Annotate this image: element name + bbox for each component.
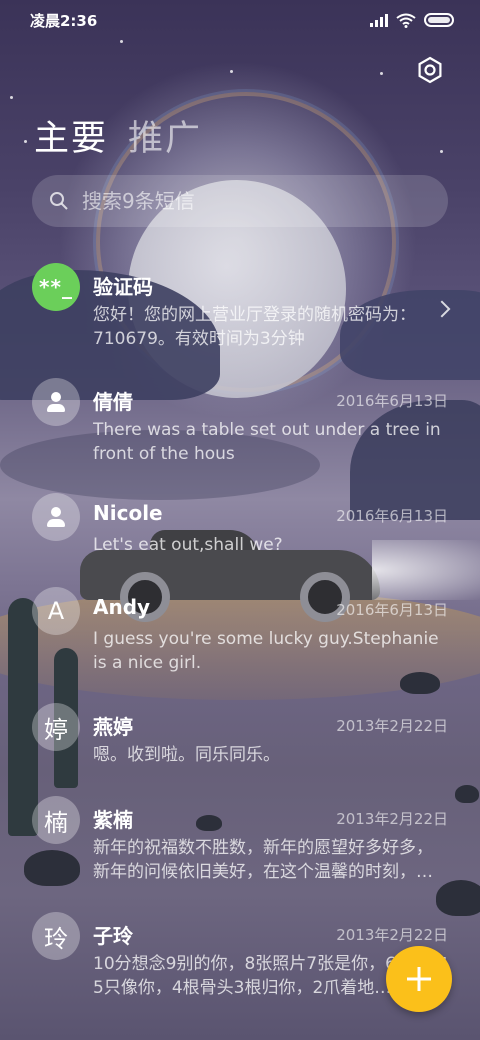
message-preview: 新年的祝福数不胜数，新年的愿望好多好多，新年的问候依旧美好，在这个温馨的时刻，… bbox=[93, 838, 433, 882]
wifi-icon bbox=[396, 13, 416, 28]
avatar bbox=[32, 378, 80, 426]
message-preview: 您好！您的网上营业厅登录的随机密码为：710679。有效时间为3分钟 bbox=[93, 305, 416, 349]
person-icon bbox=[44, 505, 68, 529]
sender-name: 验证码 bbox=[93, 275, 153, 299]
battery-icon bbox=[424, 13, 454, 27]
star bbox=[230, 70, 233, 73]
avatar bbox=[32, 493, 80, 541]
star bbox=[24, 140, 27, 143]
message-date: 2013年2月22日 bbox=[336, 810, 448, 828]
sender-name: Nicole bbox=[93, 501, 163, 525]
avatar: 玲 bbox=[32, 912, 80, 960]
status-icons bbox=[370, 13, 454, 28]
message-date: 2016年6月13日 bbox=[336, 601, 448, 619]
avatar: 楠 bbox=[32, 796, 80, 844]
star bbox=[120, 40, 123, 43]
message-preview: I guess you're some lucky guy.Stephanie … bbox=[93, 629, 439, 673]
tab-main[interactable]: 主要 bbox=[34, 110, 108, 161]
message-date: 2016年6月13日 bbox=[336, 507, 448, 525]
message-preview: There was a table set out under a tree i… bbox=[93, 420, 441, 464]
status-time: 凌晨2:36 bbox=[30, 11, 98, 30]
avatar: A bbox=[32, 587, 80, 635]
star bbox=[10, 96, 13, 99]
sender-name: 燕婷 bbox=[93, 715, 133, 739]
avatar: 婷 bbox=[32, 703, 80, 751]
status-bar: 凌晨2:36 bbox=[0, 0, 480, 40]
message-date: 2016年6月13日 bbox=[336, 392, 448, 410]
search-icon bbox=[50, 192, 68, 210]
message-item[interactable]: A Andy 2016年6月13日 I guess you're some lu… bbox=[0, 587, 480, 687]
message-item[interactable]: 婷 燕婷 2013年2月22日 嗯。收到啦。同乐同乐。 bbox=[0, 703, 480, 803]
message-date: 2013年2月22日 bbox=[336, 926, 448, 944]
avatar: **_ bbox=[32, 263, 80, 311]
search-input[interactable] bbox=[82, 189, 422, 213]
star bbox=[380, 72, 383, 75]
message-item[interactable]: 倩倩 2016年6月13日 There was a table set out … bbox=[0, 378, 480, 478]
tab-promotions[interactable]: 推广 bbox=[128, 110, 202, 161]
sender-name: 倩倩 bbox=[93, 390, 133, 414]
sender-name: 紫楠 bbox=[93, 808, 133, 832]
signal-icon bbox=[370, 13, 388, 27]
compose-button[interactable] bbox=[386, 946, 452, 1012]
message-item[interactable]: 楠 紫楠 2013年2月22日 新年的祝福数不胜数，新年的愿望好多好多，新年的问… bbox=[0, 796, 480, 896]
search-bar[interactable] bbox=[32, 175, 448, 227]
message-item[interactable]: Nicole 2016年6月13日 Let's eat out,shall we… bbox=[0, 493, 480, 593]
sender-name: 子玲 bbox=[93, 924, 133, 948]
star bbox=[440, 150, 443, 153]
message-date: 2013年2月22日 bbox=[336, 717, 448, 735]
tab-bar: 主要 推广 bbox=[34, 110, 202, 161]
person-icon bbox=[44, 390, 68, 414]
gear-icon[interactable] bbox=[416, 56, 444, 84]
message-preview: 嗯。收到啦。同乐同乐。 bbox=[93, 745, 280, 765]
sender-name: Andy bbox=[93, 595, 151, 619]
message-preview: Let's eat out,shall we? bbox=[93, 535, 283, 555]
plus-icon bbox=[407, 967, 431, 991]
message-item-verification[interactable]: **_ 验证码 您好！您的网上营业厅登录的随机密码为：710679。有效时间为3… bbox=[0, 263, 480, 363]
